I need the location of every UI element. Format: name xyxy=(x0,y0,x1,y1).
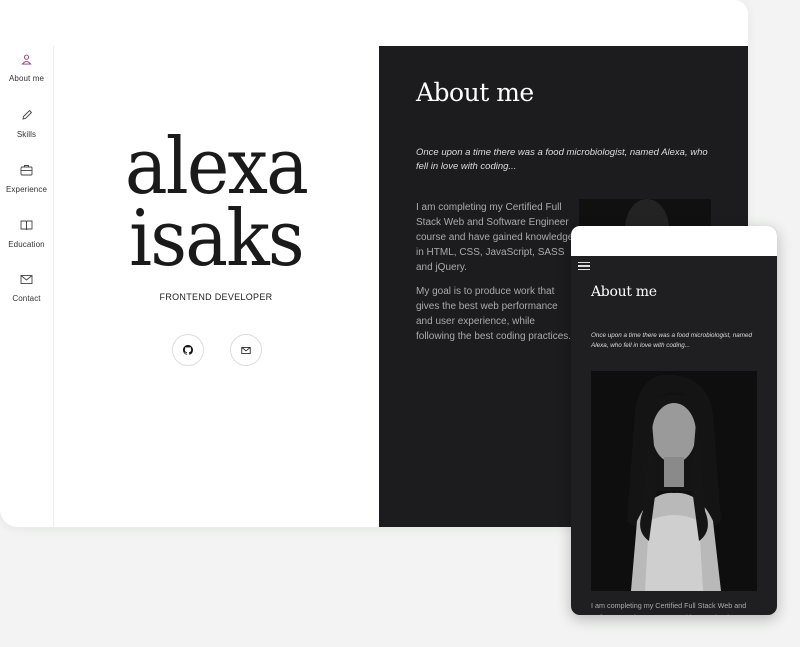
mobile-about-quote: Once upon a time there was a food microb… xyxy=(591,332,753,349)
hero-section: alexa isaks FRONTEND DEVELOPER xyxy=(54,46,378,527)
mobile-about-paragraph: I am completing my Certified Full Stack … xyxy=(591,601,747,615)
github-icon xyxy=(183,345,193,355)
about-paragraph-2: My goal is to produce work that gives th… xyxy=(416,286,572,342)
about-quote: Once upon a time there was a food microb… xyxy=(416,147,708,172)
sidebar-item-experience[interactable]: Experience xyxy=(0,164,53,197)
desktop-top-bar xyxy=(0,0,748,46)
hero-last-name: isaks xyxy=(129,194,305,284)
sidebar-item-skills[interactable]: Skills xyxy=(0,109,53,142)
briefcase-icon xyxy=(20,165,33,176)
user-icon xyxy=(21,54,32,65)
hero-role: FRONTEND DEVELOPER xyxy=(159,292,273,302)
mail-icon xyxy=(20,275,33,284)
sidebar-item-label: Contact xyxy=(12,294,41,303)
mobile-about-title: About me xyxy=(591,284,657,300)
hamburger-menu-icon[interactable] xyxy=(578,262,590,272)
github-button[interactable] xyxy=(172,334,204,366)
sidebar: About me Skills Experience Education Con… xyxy=(0,46,54,527)
sidebar-item-contact[interactable]: Contact xyxy=(0,274,53,306)
sidebar-item-education[interactable]: Education xyxy=(0,219,53,252)
email-button[interactable] xyxy=(230,334,262,366)
about-title: About me xyxy=(416,78,534,107)
sidebar-item-about-me[interactable]: About me xyxy=(0,54,53,86)
sidebar-item-label: Education xyxy=(8,240,45,249)
pen-icon xyxy=(21,109,32,120)
sidebar-item-label: Skills xyxy=(16,130,37,139)
mobile-profile-photo xyxy=(591,371,757,591)
mail-icon xyxy=(241,346,251,354)
mobile-preview: About me Once upon a time there was a fo… xyxy=(571,226,777,615)
about-paragraph-1: I am completing my Certified Full Stack … xyxy=(416,202,574,273)
sidebar-item-label: About me xyxy=(8,74,45,83)
sidebar-item-label: Experience xyxy=(5,185,48,194)
mobile-top-bar xyxy=(571,226,777,256)
book-icon xyxy=(20,220,33,231)
